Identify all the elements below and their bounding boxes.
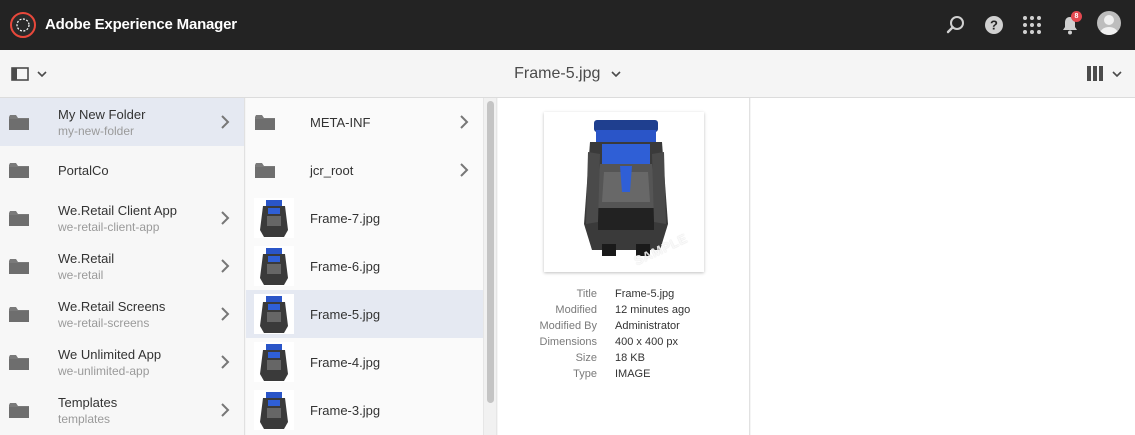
scrollbar-thumb[interactable] — [487, 101, 494, 403]
item-title: META-INF — [310, 114, 371, 130]
item-subtitle: we-unlimited-app — [58, 363, 150, 378]
folder-icon — [9, 163, 29, 178]
metadata-row: Title Frame-5.jpg — [498, 288, 750, 304]
item-title: Frame-4.jpg — [310, 354, 381, 370]
page-title-text: Frame-5.jpg — [514, 65, 601, 82]
metadata-value: IMAGE — [615, 368, 651, 380]
item-subtitle: we-retail-client-app — [58, 219, 160, 234]
page-title[interactable]: Frame-5.jpg — [0, 65, 1135, 83]
column-1-row[interactable]: Templates templates — [0, 386, 244, 434]
preview-column: SAMPLE Title Frame-5.jpg Modified 12 minute… — [498, 98, 750, 435]
item-title: My New Folder — [58, 106, 146, 122]
asset-preview-image[interactable]: SAMPLE — [544, 112, 704, 272]
folder-icon — [9, 403, 29, 418]
column-2-row[interactable]: Frame-3.jpg — [246, 386, 483, 434]
empty-column — [751, 98, 1135, 435]
item-title: Frame-5.jpg — [310, 306, 381, 322]
image-thumbnail — [254, 294, 294, 334]
folder-icon — [9, 307, 29, 322]
aem-logo-icon[interactable] — [10, 12, 36, 38]
help-icon[interactable]: ? — [981, 12, 1007, 38]
chevron-right-icon[interactable] — [459, 163, 469, 177]
column-1-row[interactable]: We.Retail Client App we-retail-client-app — [0, 194, 244, 242]
column-1-row[interactable]: We.Retail we-retail — [0, 242, 244, 290]
metadata-row: Dimensions 400 x 400 px — [498, 336, 750, 352]
view-switcher-button[interactable] — [1087, 66, 1122, 81]
column-2-row[interactable]: META-INF — [246, 98, 483, 146]
folder-icon — [255, 163, 275, 178]
column-1-row[interactable]: We Unlimited App we-unlimited-app — [0, 338, 244, 386]
item-title: We Unlimited App — [58, 346, 162, 362]
metadata-value: 12 minutes ago — [615, 304, 691, 316]
item-title: We.Retail Client App — [58, 202, 177, 218]
metadata-row: Type IMAGE — [498, 368, 750, 384]
column-2-scrollbar[interactable] — [483, 98, 497, 435]
column-2-row[interactable]: Frame-7.jpg — [246, 194, 483, 242]
metadata-row: Size 18 KB — [498, 352, 750, 368]
chevron-down-icon — [1112, 70, 1122, 77]
metadata-value: Administrator — [615, 320, 680, 332]
item-title: We.Retail — [58, 250, 115, 266]
column-1-row[interactable]: PortalCo — [0, 146, 244, 194]
item-title: Frame-3.jpg — [310, 402, 381, 418]
image-thumbnail — [254, 390, 294, 430]
item-title: We.Retail Screens — [58, 298, 166, 314]
metadata-key: Modified — [555, 304, 597, 316]
column-view-icon — [1087, 66, 1103, 81]
column-2-row[interactable]: Frame-6.jpg — [246, 242, 483, 290]
action-bar: Frame-5.jpg — [0, 50, 1135, 98]
folder-icon — [9, 211, 29, 226]
item-title: PortalCo — [58, 162, 109, 178]
asset-metadata: Title Frame-5.jpg Modified 12 minutes ago Mo… — [498, 288, 750, 384]
column-2: META-INF jcr_root Frame-7.jpg Frame-6.jpg Fr… — [246, 98, 483, 435]
metadata-value: 400 x 400 px — [615, 336, 678, 348]
app-title[interactable]: Adobe Experience Manager — [45, 16, 237, 33]
item-title: Frame-7.jpg — [310, 210, 381, 226]
chevron-right-icon[interactable] — [220, 403, 230, 417]
column-1-row[interactable]: My New Folder my-new-folder — [0, 98, 244, 146]
chevron-right-icon[interactable] — [459, 115, 469, 129]
image-thumbnail — [254, 246, 294, 286]
item-subtitle: we-retail — [58, 267, 104, 282]
chevron-right-icon[interactable] — [220, 355, 230, 369]
item-title: Templates — [58, 394, 118, 410]
item-subtitle: templates — [58, 411, 111, 426]
metadata-value: Frame-5.jpg — [615, 288, 675, 300]
metadata-row: Modified 12 minutes ago — [498, 304, 750, 320]
metadata-row: Modified By Administrator — [498, 320, 750, 336]
metadata-key: Size — [575, 352, 597, 364]
chevron-right-icon[interactable] — [220, 115, 230, 129]
svg-text:?: ? — [990, 18, 998, 33]
folder-icon — [255, 115, 275, 130]
item-subtitle: my-new-folder — [58, 123, 135, 138]
notification-badge: 8 — [1071, 11, 1082, 22]
apps-grid-icon[interactable] — [1019, 12, 1045, 38]
chevron-down-icon — [611, 71, 621, 77]
column-2-row[interactable]: Frame-4.jpg — [246, 338, 483, 386]
folder-icon — [9, 115, 29, 130]
chevron-right-icon[interactable] — [220, 307, 230, 321]
metadata-key: Type — [573, 368, 597, 380]
item-subtitle: we-retail-screens — [58, 315, 150, 330]
column-2-row[interactable]: Frame-5.jpg — [246, 290, 483, 338]
metadata-key: Modified By — [539, 320, 597, 332]
column-1-row[interactable]: We.Retail Screens we-retail-screens — [0, 290, 244, 338]
avatar[interactable] — [1097, 11, 1121, 35]
item-title: Frame-6.jpg — [310, 258, 381, 274]
metadata-value: 18 KB — [615, 352, 645, 364]
image-thumbnail — [254, 198, 294, 238]
metadata-key: Dimensions — [539, 336, 597, 348]
image-thumbnail — [254, 342, 294, 382]
metadata-key: Title — [576, 288, 597, 300]
folder-icon — [9, 355, 29, 370]
chevron-right-icon[interactable] — [220, 211, 230, 225]
global-header: Adobe Experience Manager ? 8 — [0, 0, 1135, 50]
column-1: My New Folder my-new-folder PortalCo We.Ret… — [0, 98, 245, 435]
chevron-right-icon[interactable] — [220, 259, 230, 273]
item-title: jcr_root — [310, 162, 354, 178]
search-icon[interactable] — [943, 12, 969, 38]
folder-icon — [9, 259, 29, 274]
column-2-row[interactable]: jcr_root — [246, 146, 483, 194]
